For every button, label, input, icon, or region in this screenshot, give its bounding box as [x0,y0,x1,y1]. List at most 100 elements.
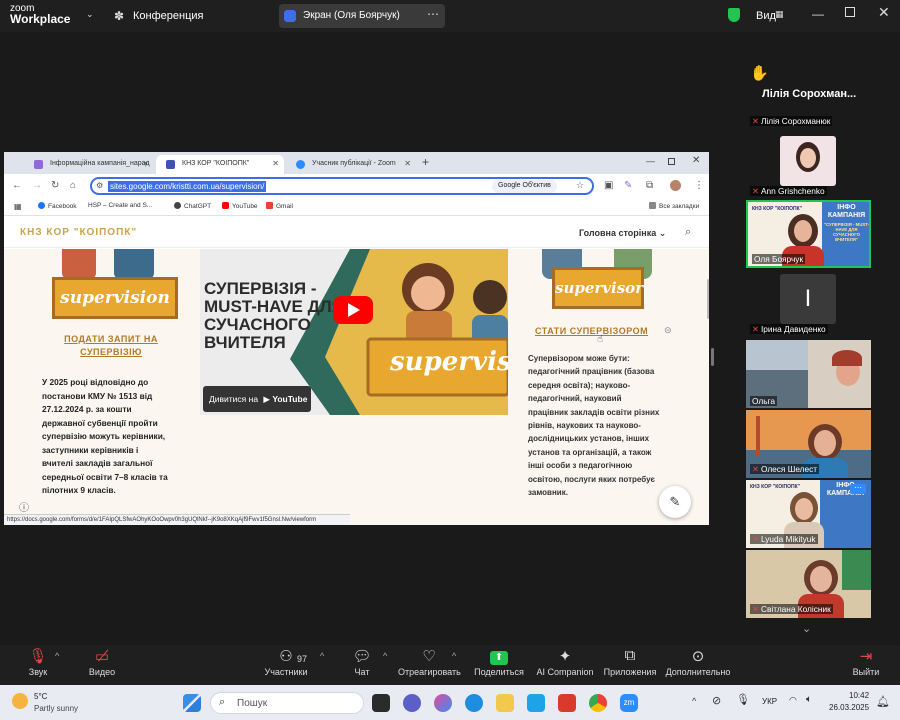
back-icon[interactable]: ← [12,180,22,191]
weather-icon[interactable] [12,693,28,709]
address-bar[interactable]: ⚙ sites.google.com/kristti.com.ua/superv… [90,177,594,195]
zoom-app-icon[interactable]: zm [620,694,638,712]
scroll-down-chevron-icon[interactable]: ⌄ [802,622,811,635]
profile-avatar[interactable] [670,180,681,191]
audio-button[interactable]: 🎙︎ Звук [22,647,54,677]
new-tab-icon[interactable]: + [422,155,429,169]
edit-fab-button[interactable]: ✎ [659,486,691,518]
bookmark-item[interactable]: Facebook [38,202,77,210]
link-icon[interactable]: ⊝ [664,325,672,336]
react-button[interactable]: ♡ Отреагировать [398,647,461,677]
taskbar-search[interactable]: ⌕ Пошук [210,692,364,714]
site-logo[interactable]: КНЗ КОР "КОІПОПК" [20,227,137,238]
star-icon[interactable]: ☆ [576,180,584,191]
browser-tab-active[interactable]: КНЗ КОР "КОІПОПК" ✕ [156,155,284,174]
clock-time[interactable]: 10:42 [849,691,869,700]
share-screen-button[interactable]: ⬆ Поделиться [474,647,524,677]
become-supervisor-link[interactable]: СТАТИ СУПЕРВІЗОРОМ [535,326,648,336]
bookmark-item[interactable]: HSP – Create and S... [88,202,152,209]
right-paragraph: Супервізором може бути: педагогічний пра… [528,354,660,498]
edge-icon[interactable] [465,694,483,712]
browser-tab[interactable]: Учасник публікації - Zoom ✕ [286,155,416,174]
participants-options-chevron-icon[interactable]: ^ [320,651,324,661]
chat-options-chevron-icon[interactable]: ^ [383,651,387,661]
apps-button[interactable]: ⧉ Приложения [602,647,658,677]
browser-tab[interactable]: Інформаційна кампанія_нарад ✕ [24,155,154,174]
apps-grid-icon[interactable]: ▦ [14,202,22,211]
copilot-icon[interactable] [403,694,421,712]
search-icon[interactable]: ⌕ [685,226,691,239]
network-off-icon[interactable]: ⊘ [712,694,721,707]
office-icon[interactable] [558,694,576,712]
youtube-play-button[interactable] [333,296,373,324]
chrome-icon[interactable] [589,694,607,712]
file-explorer-icon[interactable] [496,694,514,712]
participant-tile[interactable]: ✕ Олеся Шелест [746,410,871,478]
copilot-app-icon[interactable] [434,694,452,712]
more-options-icon[interactable]: ⋯ [427,7,439,21]
close-icon[interactable]: ✕ [878,4,890,21]
participant-tile[interactable]: Ольга [746,340,871,408]
clock-date[interactable]: 26.03.2025 [829,703,869,712]
nav-home[interactable]: Головна сторінка ⌄ [579,228,666,239]
bookmark-item[interactable]: YouTube [222,202,258,210]
tab-close-icon[interactable]: ✕ [404,159,411,168]
embedded-youtube-video[interactable]: supervision СУПЕРВІЗІЯ - MUST-HAVE ДЛЯ С… [200,249,508,415]
microphone-icon[interactable]: 🎙︎ [736,693,750,706]
participant-tile[interactable]: I ✕ Ірина Давиденко [746,270,871,338]
notification-bell-icon[interactable]: 🔔︎ [876,695,890,708]
tab-close-icon[interactable]: ✕ [142,159,149,168]
info-icon[interactable]: ⓘ [19,499,29,514]
participant-tile-active[interactable]: КНЗ КОР "КОІПОПК" ІНФО КАМПАНІЯ "СУПЕРВІ… [746,200,871,268]
audio-options-chevron-icon[interactable]: ^ [55,651,59,661]
weather-temp[interactable]: 5°C [34,692,47,701]
participant-tile[interactable]: КНЗ КОР "КОІПОПК" ІНФО КАМПАНІЯ ⋯ ✕ Lyuda… [746,480,871,548]
site-info-icon[interactable]: ⚙ [96,181,103,190]
weather-desc[interactable]: Partly sunny [34,704,78,713]
task-view-icon[interactable] [372,694,390,712]
close-icon[interactable]: ✕ [692,155,700,166]
grid-view-icon[interactable]: ▦ [775,9,784,20]
bookmark-item[interactable]: Gmail [266,202,293,210]
menu-icon[interactable]: ⋮ [694,180,704,191]
restore-icon[interactable] [668,158,675,165]
all-bookmarks[interactable]: Все закладки [649,202,699,210]
meeting-label[interactable]: Конференция [133,10,203,22]
participant-tile[interactable]: ✕ Світлана Колісник [746,550,871,618]
minimize-icon[interactable]: — [646,156,655,166]
watch-on-youtube-button[interactable]: Дивитися на ▶ YouTube [203,386,311,412]
participant-tile[interactable]: ✕ Ann Grishchenko [746,132,871,200]
language-indicator[interactable]: УКР [762,697,777,706]
restore-icon[interactable] [845,7,855,17]
chat-button[interactable]: 💬︎ Чат [350,647,374,677]
screen-share-pill[interactable]: Экран (Оля Боярчук) ⋯ [279,4,445,28]
store-icon[interactable] [527,694,545,712]
leave-button[interactable]: ⇥ Выйти [850,647,882,677]
more-button[interactable]: ⊙ Дополнительно [664,647,732,677]
google-lens-button[interactable]: Google Об'єктив [492,180,557,193]
more-options-icon[interactable]: ⋯ [850,484,866,494]
minimize-icon[interactable]: — [812,7,824,21]
tab-close-icon[interactable]: ✕ [272,159,279,168]
extension-icon[interactable]: ▣ [604,180,613,191]
react-options-chevron-icon[interactable]: ^ [452,651,456,661]
home-icon[interactable]: ⌂ [70,180,76,191]
tray-chevron-icon[interactable]: ^ [692,696,696,706]
windows-start-icon[interactable] [183,694,201,712]
request-supervision-link[interactable]: ПОДАТИ ЗАПИТ НА СУПЕРВІЗІЮ [44,333,178,359]
pen-icon[interactable]: ✎ [624,180,632,191]
shield-check-icon[interactable] [728,8,740,22]
video-button[interactable]: ▭̸ Видео [86,647,118,677]
forward-icon[interactable]: → [32,180,42,191]
reload-icon[interactable]: ↻ [51,180,59,191]
resize-handle[interactable] [711,348,714,366]
bookmark-item[interactable]: ChatGPT [174,202,211,210]
wifi-icon[interactable]: ◠ [789,695,797,706]
view-label[interactable]: Вид [756,10,776,22]
ai-companion-button[interactable]: ✦ AI Companion [536,647,594,677]
chevron-down-icon[interactable]: ⌄ [86,9,94,20]
puzzle-icon[interactable]: ⧉ [646,180,653,191]
url-text[interactable]: sites.google.com/kristti.com.ua/supervis… [108,181,267,192]
scrollbar[interactable] [707,279,709,319]
volume-icon[interactable]: 🔈︎ [806,694,812,705]
